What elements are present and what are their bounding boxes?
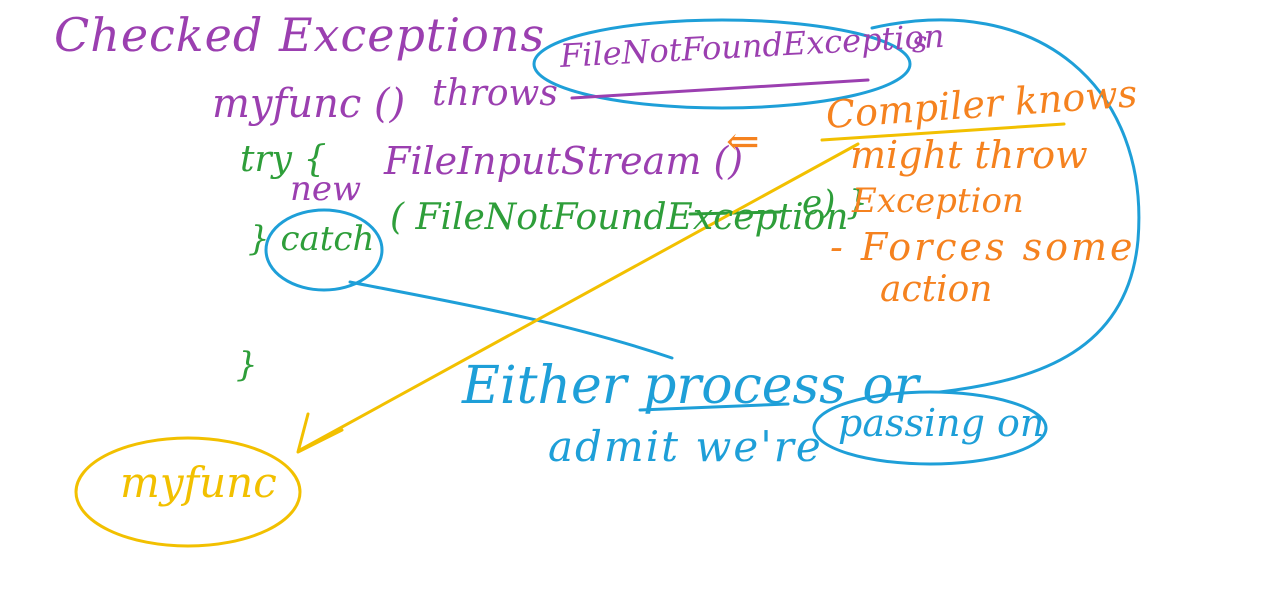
title-text: Checked Exceptions	[54, 8, 546, 62]
catch-text: } catch	[248, 219, 375, 259]
fileinputstream-text: FileInputStream ()	[384, 139, 744, 183]
signature-throws-text: throws	[432, 73, 558, 114]
passing-on-text: passing on	[838, 401, 1045, 445]
myfunc-bottom-text: myfunc	[120, 458, 277, 507]
signature-func-text: myfunc ()	[212, 81, 406, 127]
left-arrow-icon: ⇐	[726, 119, 760, 165]
exception-text: Exception	[852, 181, 1024, 221]
whiteboard-canvas: Checked Exceptions FileNotFoundException…	[0, 0, 1268, 590]
semicolon-text: s	[912, 25, 928, 60]
fnfe-underline	[570, 78, 870, 100]
action-text: action	[880, 269, 993, 310]
forces-text: - Forces some	[830, 225, 1136, 269]
might-throw-text: might throw	[850, 133, 1088, 177]
admit-text: admit we're	[548, 422, 823, 471]
catch-connector	[348, 280, 674, 360]
catch-exception-text: ( FileNotFoundException	[390, 197, 849, 238]
close-brace-text: }	[236, 345, 258, 385]
new-text: new	[290, 169, 362, 209]
